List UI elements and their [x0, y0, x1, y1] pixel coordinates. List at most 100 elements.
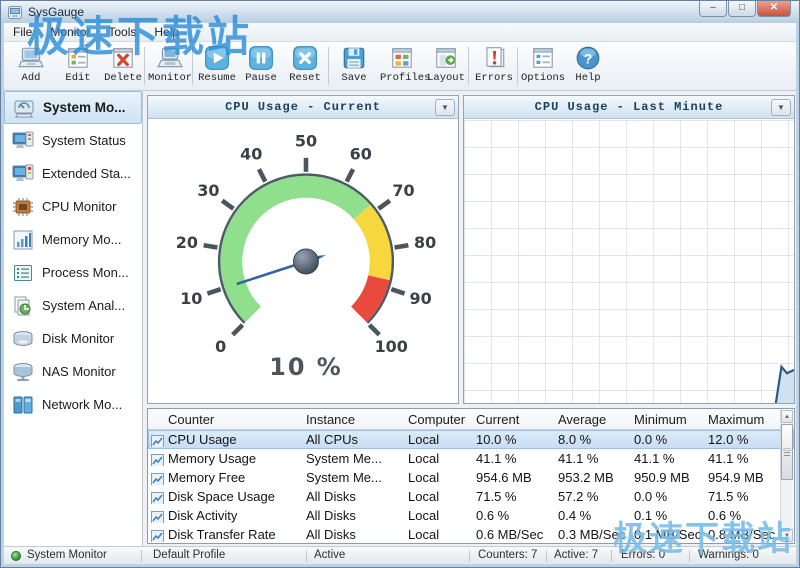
scroll-down-button[interactable]: ▼: [781, 529, 793, 542]
svg-text:20: 20: [176, 233, 198, 252]
reset-icon: [292, 45, 318, 71]
sidebar-item-icon: [11, 162, 35, 186]
add-button[interactable]: Add: [9, 45, 53, 88]
status-monitor: System Monitor: [27, 549, 107, 561]
cpu-history-chart: [464, 120, 794, 403]
menu-help[interactable]: Help: [145, 25, 188, 39]
toolbar-separator: [144, 47, 145, 85]
layout-button[interactable]: Layout: [424, 45, 468, 88]
sidebar-item-9[interactable]: Network Mo...: [4, 388, 142, 421]
reset-button[interactable]: Reset: [283, 45, 327, 88]
table-row[interactable]: Disk Transfer RateAll DisksLocal0.6 MB/S…: [148, 525, 794, 544]
options-button[interactable]: Options: [521, 45, 565, 88]
layout-icon: [433, 45, 459, 71]
sidebar-item-6[interactable]: System Anal...: [4, 289, 142, 322]
col-minimum[interactable]: Minimum: [630, 412, 704, 427]
svg-text:100: 100: [375, 337, 408, 356]
delete-icon: [110, 45, 136, 71]
toolbar-separator: [468, 47, 469, 85]
sidebar-item-label: Extended Sta...: [42, 166, 131, 181]
menu-file[interactable]: File: [4, 25, 41, 39]
sidebar-item-0[interactable]: System Mo...: [4, 91, 142, 124]
sidebar-item-1[interactable]: System Status: [4, 124, 142, 157]
history-panel-title: CPU Usage - Last Minute: [535, 100, 724, 114]
errors-icon: [481, 45, 507, 71]
sidebar-item-5[interactable]: Process Mon...: [4, 256, 142, 289]
table-row[interactable]: Disk Space UsageAll DisksLocal71.5 %57.2…: [148, 487, 794, 506]
profiles-button[interactable]: Profiles: [380, 45, 424, 88]
status-warnings: Warnings: 0: [698, 549, 759, 561]
toolbar: Add Edit Delete Monitor Resume Pause Res…: [4, 42, 796, 91]
col-computer[interactable]: Computer: [404, 412, 472, 427]
sidebar-item-2[interactable]: Extended Sta...: [4, 157, 142, 190]
sidebar-item-7[interactable]: Disk Monitor: [4, 322, 142, 355]
sysgauge-window: SysGauge – □ ✕ File Monitor Tools Help A…: [0, 0, 800, 568]
close-button[interactable]: ✕: [757, 1, 791, 17]
help-button[interactable]: ? Help: [566, 45, 610, 88]
title-bar[interactable]: SysGauge – □ ✕: [1, 1, 799, 23]
options-icon: [530, 45, 556, 71]
maximize-button[interactable]: □: [728, 1, 756, 17]
sidebar-item-label: Network Mo...: [42, 397, 122, 412]
edit-icon: [65, 45, 91, 71]
svg-text:0: 0: [215, 337, 226, 356]
col-maximum[interactable]: Maximum: [704, 412, 781, 427]
sidebar-item-4[interactable]: Memory Mo...: [4, 223, 142, 256]
col-average[interactable]: Average: [554, 412, 630, 427]
sidebar-item-icon: [11, 393, 35, 417]
svg-text:10: 10: [180, 289, 202, 308]
sidebar-item-icon: [11, 129, 35, 153]
counter-icon: [151, 454, 164, 467]
col-counter[interactable]: Counter: [148, 412, 302, 427]
sidebar-item-label: NAS Monitor: [42, 364, 116, 379]
svg-text:80: 80: [414, 233, 436, 252]
sidebar-item-8[interactable]: NAS Monitor: [4, 355, 142, 388]
svg-text:90: 90: [410, 289, 432, 308]
scrollbar-thumb[interactable]: [781, 424, 793, 480]
table-row[interactable]: Disk ActivityAll DisksLocal0.6 %0.4 %0.1…: [148, 506, 794, 525]
table-header[interactable]: Counter Instance Computer Current Averag…: [148, 409, 794, 430]
resume-button[interactable]: Resume: [195, 45, 239, 88]
gauge-panel-dropdown-button[interactable]: ▼: [435, 99, 455, 116]
sidebar-item-icon: [11, 327, 35, 351]
sidebar-item-label: System Anal...: [42, 298, 125, 313]
table-row[interactable]: CPU UsageAll CPUsLocal10.0 %8.0 %0.0 %12…: [148, 430, 794, 449]
workspace: System Mo...System Status Extended Sta...…: [4, 91, 796, 546]
svg-text:60: 60: [350, 145, 372, 164]
status-led-icon: [11, 551, 21, 561]
gauge-value-label: 10 %: [269, 353, 343, 381]
errors-button[interactable]: Errors: [472, 45, 516, 88]
counter-icon: [151, 511, 164, 524]
sidebar-item-label: Memory Mo...: [42, 232, 121, 247]
status-bar: System Monitor Default Profile Active Co…: [4, 546, 796, 564]
history-panel: CPU Usage - Last Minute ▼: [463, 95, 795, 404]
col-instance[interactable]: Instance: [302, 412, 404, 427]
table-row[interactable]: Memory UsageSystem Me...Local41.1 %41.1 …: [148, 449, 794, 468]
table-row[interactable]: Memory FreeSystem Me...Local954.6 MB953.…: [148, 468, 794, 487]
menu-tools[interactable]: Tools: [99, 25, 145, 39]
menu-monitor[interactable]: Monitor: [41, 25, 99, 39]
pause-button[interactable]: Pause: [239, 45, 283, 88]
edit-button[interactable]: Edit: [56, 45, 100, 88]
svg-text:30: 30: [197, 181, 219, 200]
scroll-up-button[interactable]: ▲: [781, 410, 793, 423]
sidebar-item-icon: [12, 96, 36, 120]
profiles-icon: [389, 45, 415, 71]
history-panel-dropdown-button[interactable]: ▼: [771, 99, 791, 116]
delete-button[interactable]: Delete: [101, 45, 145, 88]
status-profile: Default Profile: [153, 549, 225, 561]
toolbar-separator: [192, 47, 193, 85]
monitor-button[interactable]: Monitor: [148, 45, 192, 88]
counters-table: Counter Instance Computer Current Averag…: [147, 408, 795, 544]
sidebar-item-icon: [11, 360, 35, 384]
status-counters: Counters: 7: [478, 549, 537, 561]
minimize-button[interactable]: –: [699, 1, 727, 17]
save-icon: [341, 45, 367, 71]
counter-icon: [151, 473, 164, 486]
sidebar-item-3[interactable]: CPU Monitor: [4, 190, 142, 223]
save-button[interactable]: Save: [332, 45, 376, 88]
sidebar-item-label: CPU Monitor: [42, 199, 116, 214]
svg-text:70: 70: [392, 181, 414, 200]
col-current[interactable]: Current: [472, 412, 554, 427]
table-scrollbar[interactable]: ▲ ▼: [780, 410, 793, 542]
